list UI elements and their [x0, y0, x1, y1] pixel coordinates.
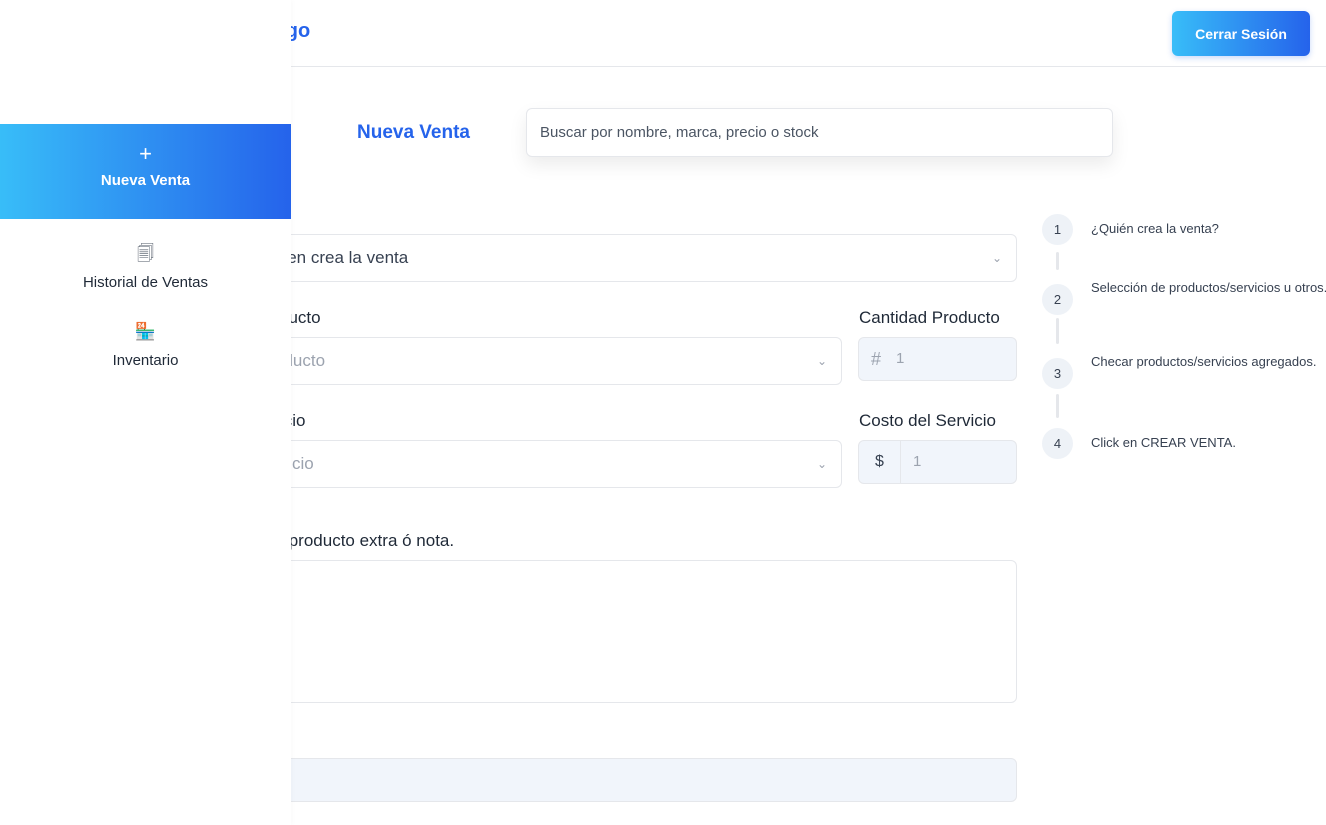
store-icon: 🏪 — [134, 322, 157, 341]
app-page: rgo Cerrar Sesión Nueva Venta uien crea … — [0, 0, 1326, 825]
step-text: Click en CREAR VENTA. — [1091, 435, 1236, 450]
sidebar-item-inventario[interactable]: 🏪 Inventario — [0, 322, 291, 369]
dollar-icon: $ — [859, 441, 901, 483]
quantity-label: Cantidad Producto — [859, 308, 1000, 327]
creator-select-value: uien crea la venta — [274, 248, 409, 267]
step-number: 2 — [1042, 284, 1073, 315]
bottom-input[interactable] — [285, 758, 1017, 802]
chevron-down-icon: ⌄ — [991, 251, 1002, 265]
step-connector — [1056, 252, 1059, 270]
sidebar-item-label: Inventario — [112, 352, 179, 369]
service-select[interactable]: rvicio ⌄ — [263, 440, 842, 488]
step-text: Selección de productos/servicios u otros… — [1091, 280, 1326, 295]
step-text: Checar productos/servicios agregados. — [1091, 354, 1317, 369]
step-number: 3 — [1042, 358, 1073, 389]
step-connector — [1056, 394, 1059, 418]
step-connector — [1056, 318, 1059, 344]
quantity-value: 1 — [896, 350, 905, 367]
page-title: Nueva Venta — [357, 122, 470, 143]
sidebar-item-label: Nueva Venta — [100, 172, 191, 189]
product-select[interactable]: oducto ⌄ — [263, 337, 842, 385]
hash-icon: # — [871, 349, 882, 369]
service-cost-label: Costo del Servicio — [859, 411, 997, 430]
step-number: 1 — [1042, 214, 1073, 245]
logout-button[interactable]: Cerrar Sesión — [1172, 11, 1310, 56]
creator-select[interactable]: uien crea la venta ⌄ — [263, 234, 1017, 282]
service-cost-value: 1 — [913, 453, 922, 470]
search-input[interactable] — [526, 108, 1113, 157]
chevron-down-icon: ⌄ — [816, 457, 827, 471]
service-cost-input[interactable]: $ 1 — [858, 440, 1017, 484]
step-number: 4 — [1042, 428, 1073, 459]
plus-icon: + — [139, 141, 152, 166]
step-text: ¿Quién crea la venta? — [1091, 221, 1219, 236]
note-textarea[interactable] — [285, 560, 1017, 703]
sidebar-item-nueva-venta[interactable]: + Nueva Venta — [0, 124, 291, 219]
sidebar-item-label: Historial de Ventas — [82, 274, 209, 291]
note-label: /producto extra ó nota. — [284, 531, 455, 550]
sidebar: + Nueva Venta 🗐 Historial de Ventas 🏪 In… — [0, 0, 291, 825]
receipts-icon: 🗐 — [137, 244, 154, 263]
sidebar-item-historial[interactable]: 🗐 Historial de Ventas — [0, 244, 291, 291]
quantity-input[interactable]: # 1 — [858, 337, 1017, 381]
chevron-down-icon: ⌄ — [816, 354, 827, 368]
